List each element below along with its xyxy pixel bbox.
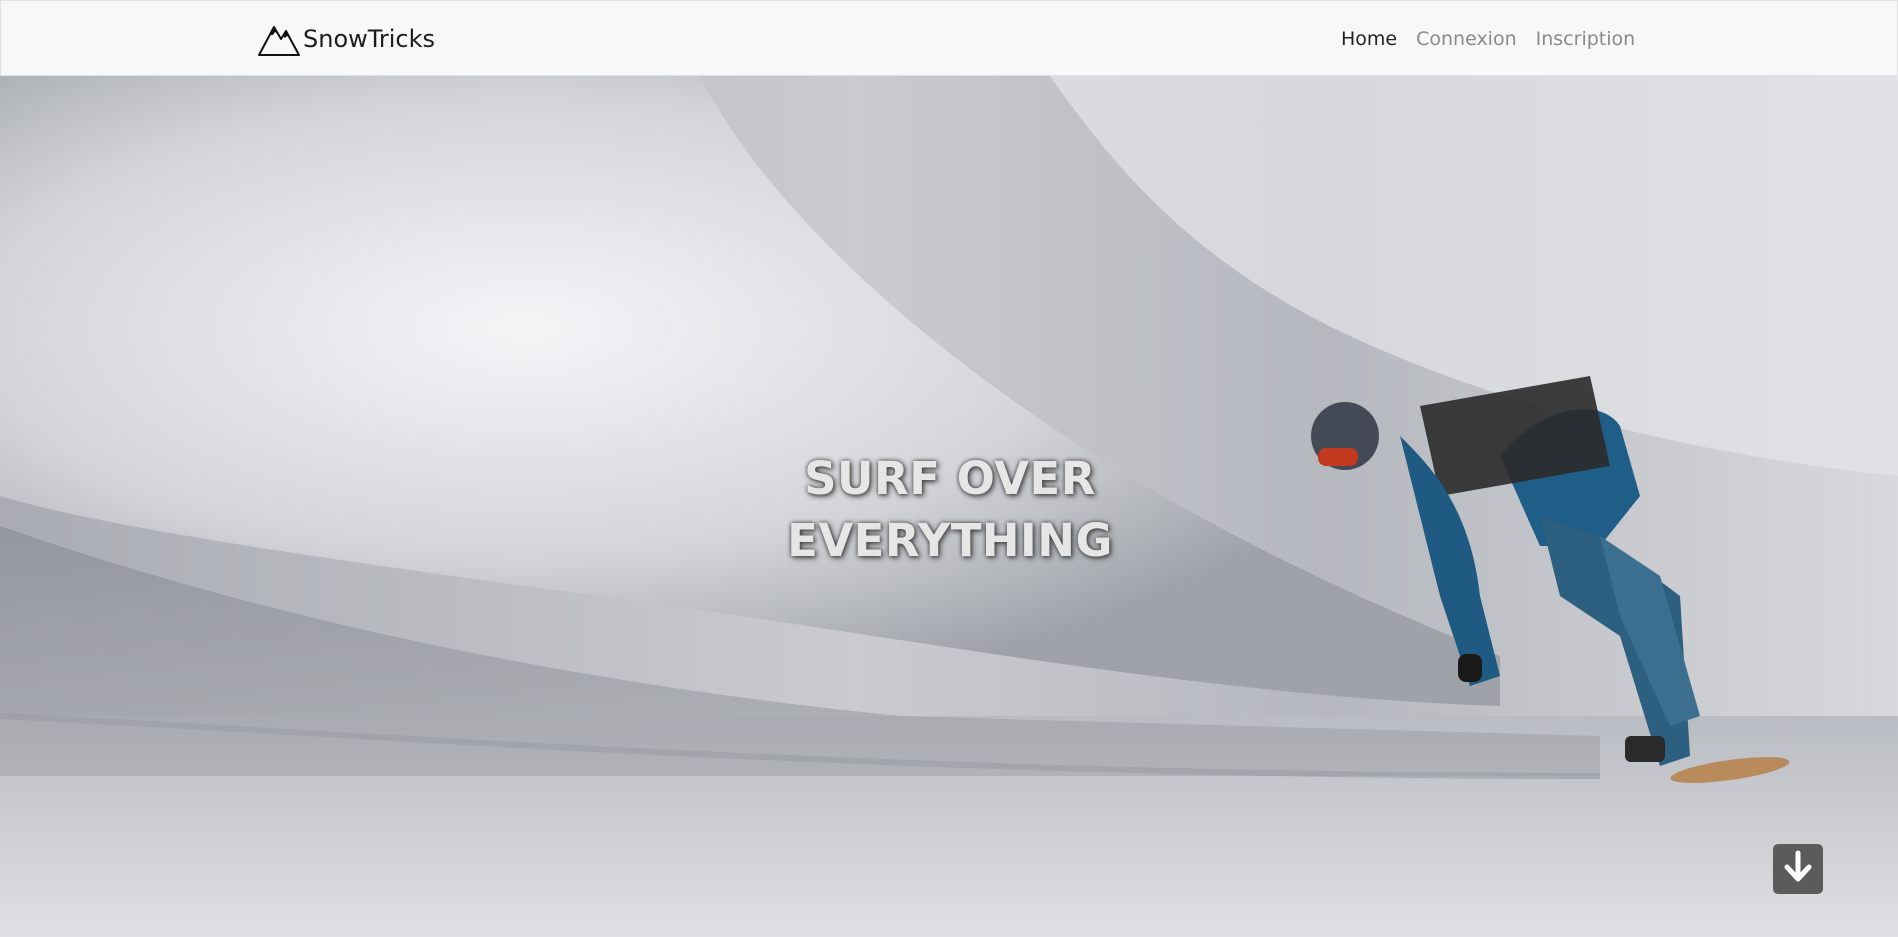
nav-links: Home Connexion Inscription (1341, 1, 1635, 77)
arrow-down-icon (1781, 850, 1815, 888)
hero-headline-line-2: EVERYTHING (787, 514, 1113, 567)
navbar: SnowTricks Home Connexion Inscription (0, 0, 1898, 76)
mountain-logo-icon (257, 21, 301, 57)
hero-headline: SURF OVER EVERYTHING (700, 448, 1200, 572)
nav-link-connexion[interactable]: Connexion (1416, 28, 1517, 50)
nav-link-inscription[interactable]: Inscription (1536, 28, 1636, 50)
scroll-down-button[interactable] (1773, 844, 1823, 894)
hero-section: SURF OVER EVERYTHING (0, 76, 1898, 937)
brand-name: SnowTricks (303, 25, 436, 53)
nav-link-home[interactable]: Home (1341, 28, 1397, 50)
brand-link[interactable]: SnowTricks (257, 21, 435, 57)
hero-headline-line-1: SURF OVER (804, 452, 1096, 505)
